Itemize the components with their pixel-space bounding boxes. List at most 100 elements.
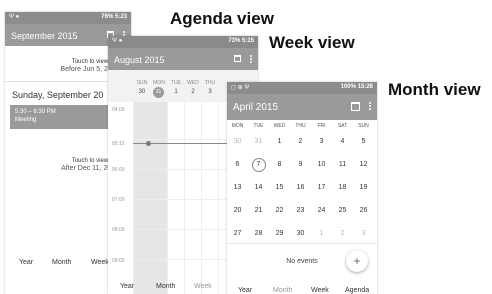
nav-week[interactable]: Week — [194, 283, 224, 290]
divider — [227, 243, 377, 244]
calendar-date[interactable]: 5 — [353, 138, 374, 145]
selected-day[interactable]: 31 — [153, 87, 164, 98]
calendar-date[interactable]: 2 — [332, 230, 353, 237]
add-event-button[interactable]: + — [346, 250, 368, 272]
more-options-icon[interactable] — [250, 55, 252, 63]
calendar-date[interactable]: 29 — [269, 230, 290, 237]
selected-day-column — [133, 102, 167, 294]
status-right: 100% 15:26 — [341, 84, 373, 90]
status-bar: Ψ ● 76% 5:23 — [5, 12, 131, 24]
day-name: WED — [187, 80, 199, 86]
calendar-date[interactable]: 9 — [290, 161, 311, 168]
day-number[interactable]: 30 — [134, 89, 150, 95]
calendar-date[interactable]: 17 — [311, 184, 332, 191]
month-title[interactable]: September 2015 — [11, 31, 78, 41]
month-title[interactable]: April 2015 — [233, 102, 278, 113]
calendar-date[interactable]: 28 — [248, 230, 269, 237]
weekday-header: FRI — [317, 123, 326, 129]
calendar-icon[interactable] — [351, 102, 360, 111]
battery-level: 100% — [340, 84, 356, 90]
grid-line — [184, 102, 185, 294]
nav-month[interactable]: Month — [156, 283, 194, 290]
grid-line — [133, 102, 134, 294]
day-number[interactable]: 3 — [202, 89, 218, 95]
nav-year[interactable]: Year — [238, 287, 273, 294]
calendar-date[interactable]: 6 — [227, 161, 248, 168]
battery-level: 76% — [101, 14, 114, 20]
calendar-date[interactable]: 30 — [227, 138, 248, 145]
calendar-date[interactable]: 27 — [227, 230, 248, 237]
calendar-date[interactable]: 2 — [290, 138, 311, 145]
current-time-dot — [146, 141, 151, 146]
more-options-icon[interactable] — [369, 102, 371, 111]
day-number[interactable]: 2 — [185, 89, 201, 95]
weekday-header: SAT — [337, 123, 348, 129]
agenda-view-label: Agenda view — [170, 9, 274, 28]
calendar-date[interactable]: 13 — [227, 184, 248, 191]
calendar-date[interactable]: 30 — [290, 230, 311, 237]
calendar-icon[interactable] — [234, 55, 241, 62]
bottom-nav: Year Month Week Agenda — [238, 287, 375, 294]
calendar-date[interactable]: 19 — [353, 184, 374, 191]
app-bar: August 2015 — [108, 48, 258, 70]
calendar-date[interactable]: 4 — [332, 138, 353, 145]
day-name: THU — [204, 80, 216, 86]
time-label: 09:00 — [112, 258, 125, 264]
nav-month[interactable]: Month — [273, 287, 311, 294]
calendar-date[interactable]: 3 — [353, 230, 374, 237]
calendar-date[interactable]: 26 — [353, 207, 374, 214]
calendar-date[interactable]: 23 — [290, 207, 311, 214]
calendar-date[interactable]: 8 — [269, 161, 290, 168]
time-label: 08:00 — [112, 227, 125, 233]
calendar-date[interactable]: 24 — [311, 207, 332, 214]
calendar-date[interactable]: 1 — [269, 138, 290, 145]
nav-year[interactable]: Year — [120, 283, 156, 290]
bottom-nav: Year Month Week — [19, 259, 121, 266]
selected-date[interactable]: 7 — [248, 158, 269, 172]
day-name: SUN — [136, 80, 148, 86]
time-label: 05:15 — [112, 141, 125, 147]
calendar-date[interactable]: 3 — [311, 138, 332, 145]
status-bar: Ψ ● 73% 5:15 — [108, 36, 258, 48]
weekday-header: MON — [231, 123, 244, 129]
calendar-date[interactable]: 10 — [311, 161, 332, 168]
bottom-nav: Year Month Week — [120, 283, 224, 290]
calendar-date[interactable]: 20 — [227, 207, 248, 214]
weekday-header: THU — [295, 123, 306, 129]
grid-line — [218, 102, 219, 294]
clock: 5:23 — [114, 14, 127, 20]
calendar-date[interactable]: 12 — [353, 161, 374, 168]
status-bar: ◻ ⊕ Ψ 100% 15:26 — [227, 82, 377, 94]
calendar-date[interactable]: 22 — [269, 207, 290, 214]
day-name: MON — [153, 80, 165, 86]
month-title[interactable]: August 2015 — [114, 55, 165, 65]
selected-date-ring: 7 — [251, 158, 266, 172]
time-label: 04:00 — [112, 107, 125, 113]
week-view-label: Week view — [269, 33, 355, 52]
weekday-header: SUN — [358, 123, 369, 129]
calendar-date[interactable]: 21 — [248, 207, 269, 214]
nav-week[interactable]: Week — [311, 287, 345, 294]
time-label: 07:00 — [112, 197, 125, 203]
calendar-date[interactable]: 31 — [248, 138, 269, 145]
nav-year[interactable]: Year — [19, 259, 52, 266]
nav-month[interactable]: Month — [52, 259, 91, 266]
calendar-date[interactable]: 14 — [248, 184, 269, 191]
grid-line — [201, 102, 202, 294]
calendar-date[interactable]: 16 — [290, 184, 311, 191]
status-icons: Ψ ● — [112, 38, 123, 44]
weekday-header: WED — [273, 123, 286, 129]
calendar-date[interactable]: 1 — [311, 230, 332, 237]
date-header: Sunday, September 20 — [12, 90, 104, 100]
day-number[interactable]: 1 — [168, 89, 184, 95]
calendar-date[interactable]: 18 — [332, 184, 353, 191]
time-label: 06:00 — [112, 167, 125, 173]
status-right: 76% 5:23 — [101, 14, 127, 20]
calendar-date[interactable]: 11 — [332, 161, 353, 168]
nav-agenda[interactable]: Agenda — [345, 287, 375, 294]
calendar-date[interactable]: 25 — [332, 207, 353, 214]
weekday-header: TUE — [253, 123, 264, 129]
calendar-date[interactable]: 15 — [269, 184, 290, 191]
month-view-label: Month view — [388, 80, 481, 99]
status-icons: ◻ ⊕ Ψ — [231, 85, 250, 91]
